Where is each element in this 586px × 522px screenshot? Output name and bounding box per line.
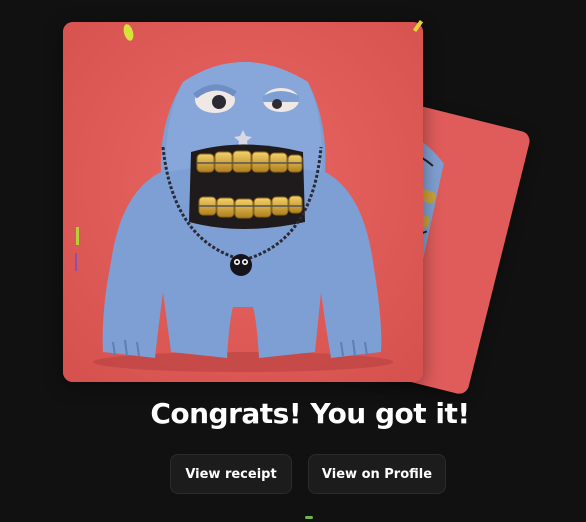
- monster-artwork: [63, 22, 423, 382]
- confetti-piece: [305, 516, 313, 519]
- view-receipt-button[interactable]: View receipt: [170, 454, 292, 494]
- view-on-profile-button[interactable]: View on Profile: [308, 454, 446, 494]
- success-headline: Congrats! You got it!: [150, 397, 470, 430]
- confetti-piece: [76, 227, 79, 245]
- nft-card[interactable]: [63, 22, 423, 382]
- confetti-piece: [75, 253, 77, 271]
- purchase-success-screen: Congrats! You got it! View receipt View …: [0, 0, 586, 522]
